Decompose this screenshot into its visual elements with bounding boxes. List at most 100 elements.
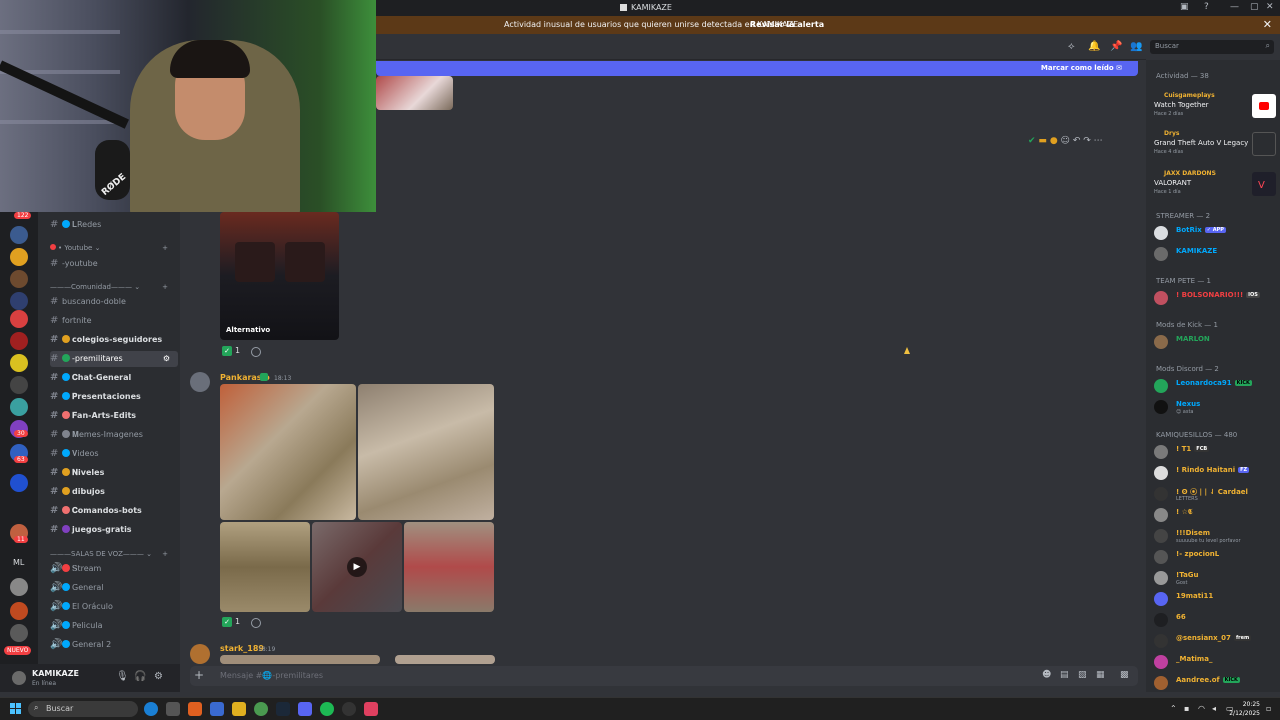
spotify-icon[interactable] <box>320 702 334 716</box>
review-alert-link[interactable]: Revisar la alerta <box>750 20 824 29</box>
category-comunidad[interactable]: ———Comunidad——— ⌄ + <box>50 283 178 291</box>
attachment-image[interactable] <box>220 384 356 520</box>
members-icon[interactable]: 👥 <box>1130 41 1142 52</box>
member-row[interactable]: Aandree.of KICK <box>1154 674 1278 692</box>
add-channel-icon[interactable]: + <box>162 244 168 252</box>
chrome-icon[interactable] <box>254 702 268 716</box>
play-icon[interactable]: ▶ <box>347 557 367 577</box>
close-alert-icon[interactable]: ✕ <box>1263 18 1272 31</box>
reply-icon[interactable]: ↶ <box>1073 136 1081 146</box>
app-icon[interactable] <box>166 702 180 716</box>
more-icon[interactable]: ⋯ <box>1094 136 1103 146</box>
member-row[interactable]: Nexus 😊 asta <box>1154 398 1278 416</box>
server-icon[interactable] <box>10 310 28 328</box>
member-row[interactable]: KAMIKAZE <box>1154 245 1278 263</box>
voice-channel-pelicula[interactable]: 🔊 Pelicula <box>50 618 178 634</box>
server-icon[interactable] <box>10 398 28 416</box>
check-react-icon[interactable]: ✔ <box>1028 136 1036 146</box>
steam-icon[interactable] <box>276 702 290 716</box>
reaction-check[interactable]: ✓ 1 <box>222 617 240 627</box>
maximize-icon[interactable]: ▢ <box>1250 2 1259 12</box>
avatar[interactable] <box>12 671 26 685</box>
channel-comandos-bots[interactable]: # 𝐂omandos-bots <box>50 503 178 519</box>
gift-icon[interactable]: ☻ <box>1042 670 1051 680</box>
server-icon[interactable] <box>10 226 28 244</box>
member-row[interactable]: !TaGu Gost <box>1154 569 1278 587</box>
member-row[interactable]: BotRix ✓ APP <box>1154 224 1278 242</box>
attachment-image[interactable] <box>395 655 495 664</box>
channel-buscando-doble[interactable]: # buscando-doble <box>50 294 178 310</box>
close-window-icon[interactable]: ✕ <box>1266 2 1274 12</box>
member-row[interactable]: 19mati11 <box>1154 590 1278 608</box>
member-row[interactable]: ! ☆𝕮 <box>1154 506 1278 524</box>
invite-settings-icon[interactable]: ⚙ <box>163 351 170 367</box>
app-icon[interactable] <box>210 702 224 716</box>
member-row[interactable]: ! T1 FCB <box>1154 443 1278 461</box>
settings-icon[interactable]: ⚙ <box>154 671 163 682</box>
mic-icon[interactable]: 🎙 <box>116 671 129 682</box>
member-row[interactable]: @sensianx_07 frem <box>1154 632 1278 650</box>
channel-presentaciones[interactable]: # 𝐏resentaciones <box>50 389 178 405</box>
activity-card[interactable]: Cuisgameplays Watch Together Hace 2 días <box>1154 92 1278 128</box>
add-channel-icon[interactable]: + <box>162 550 168 558</box>
flag-react-icon[interactable]: ▬ <box>1038 136 1047 146</box>
channel-premilitares[interactable]: # -premilitares ⚙ <box>50 351 178 367</box>
attach-plus-icon[interactable]: + <box>194 668 204 682</box>
server-icon[interactable] <box>10 474 28 492</box>
message-composer[interactable]: + Mensaje #🌐-premilitares ☻ ▤ ▧ ▦ ▩ <box>190 666 1138 686</box>
activity-card[interactable]: JAXX DARDONS VALORANT Hace 1 día V <box>1154 170 1278 206</box>
server-icon[interactable] <box>10 624 28 642</box>
server-icon[interactable] <box>10 292 28 310</box>
member-row[interactable]: !!!Disem suuuube tu level porfavor <box>1154 527 1278 545</box>
attachment-image[interactable] <box>376 76 453 110</box>
bell-icon[interactable]: 🔔 <box>1088 41 1100 52</box>
server-label[interactable]: ML <box>13 558 24 567</box>
attachment-image[interactable]: Alternativo <box>220 212 339 340</box>
attachment-image[interactable] <box>220 655 380 664</box>
apps-icon[interactable]: ▩ <box>1120 670 1129 680</box>
category-youtube[interactable]: • Youtube ⌄ + <box>50 244 178 252</box>
member-row[interactable]: !- zpocionL <box>1154 548 1278 566</box>
emoji-icon[interactable]: ▦ <box>1096 670 1105 680</box>
add-reaction-button[interactable] <box>251 347 261 357</box>
new-messages-bar[interactable]: Marcar como leído ✉ <box>376 61 1138 76</box>
server-icon[interactable] <box>10 602 28 620</box>
channel-colegios-seguidores[interactable]: # colegios-seguidores <box>50 332 178 348</box>
channel-fortnite[interactable]: # fortnite <box>50 313 178 329</box>
app-icon[interactable] <box>364 702 378 716</box>
attachment-image[interactable] <box>220 522 310 612</box>
volume-icon[interactable]: ◂ <box>1212 704 1216 713</box>
taskbar-clock[interactable]: 20:25 2/12/2025 <box>1229 700 1260 718</box>
member-row[interactable]: ! Rindo Haitani FZ <box>1154 464 1278 482</box>
voice-channel-stream[interactable]: 🔊 𝐒tream <box>50 561 178 577</box>
category-salas-voz[interactable]: ———SALAS DE VOZ——— ⌄ + <box>50 550 178 558</box>
channel-chat-general[interactable]: # 𝐂hat-General <box>50 370 178 386</box>
notification-icon[interactable]: ▫ <box>1266 704 1271 713</box>
mark-read-button[interactable]: Marcar como leído ✉ <box>1041 64 1122 72</box>
obs-icon[interactable] <box>342 702 356 716</box>
channel-youtube[interactable]: # -youtube <box>50 256 178 272</box>
server-icon[interactable] <box>10 578 28 596</box>
server-icon[interactable] <box>10 376 28 394</box>
minimize-icon[interactable]: — <box>1230 2 1239 12</box>
tray-app-icon[interactable]: ▪ <box>1184 704 1189 713</box>
edge-icon[interactable] <box>144 702 158 716</box>
file-explorer-icon[interactable] <box>232 702 246 716</box>
channel-videos[interactable]: # 𝐕ideos <box>50 446 178 462</box>
gif-icon[interactable]: ▤ <box>1060 670 1069 680</box>
taskbar-search[interactable]: ⌕ Buscar <box>28 701 138 717</box>
help-icon[interactable]: ? <box>1204 2 1209 12</box>
attachment-image[interactable] <box>404 522 494 612</box>
forward-icon[interactable]: ↷ <box>1083 136 1091 146</box>
member-row[interactable]: MARLON <box>1154 333 1278 351</box>
avatar[interactable] <box>190 644 210 664</box>
add-reaction-icon[interactable]: ☺ <box>1061 136 1070 146</box>
windows-start-icon[interactable] <box>10 703 22 715</box>
headphones-icon[interactable]: 🎧 <box>134 671 146 682</box>
member-row[interactable]: ! ʘ ⦿ | | ⇃ Cardael LETTERS <box>1154 485 1278 503</box>
server-icon[interactable] <box>10 248 28 266</box>
user-name[interactable]: KAMIKAZE <box>32 669 79 678</box>
member-row[interactable]: Leonardoca91 KICK <box>1154 377 1278 395</box>
sticker-icon[interactable]: ▧ <box>1078 670 1087 680</box>
add-channel-icon[interactable]: + <box>162 283 168 291</box>
